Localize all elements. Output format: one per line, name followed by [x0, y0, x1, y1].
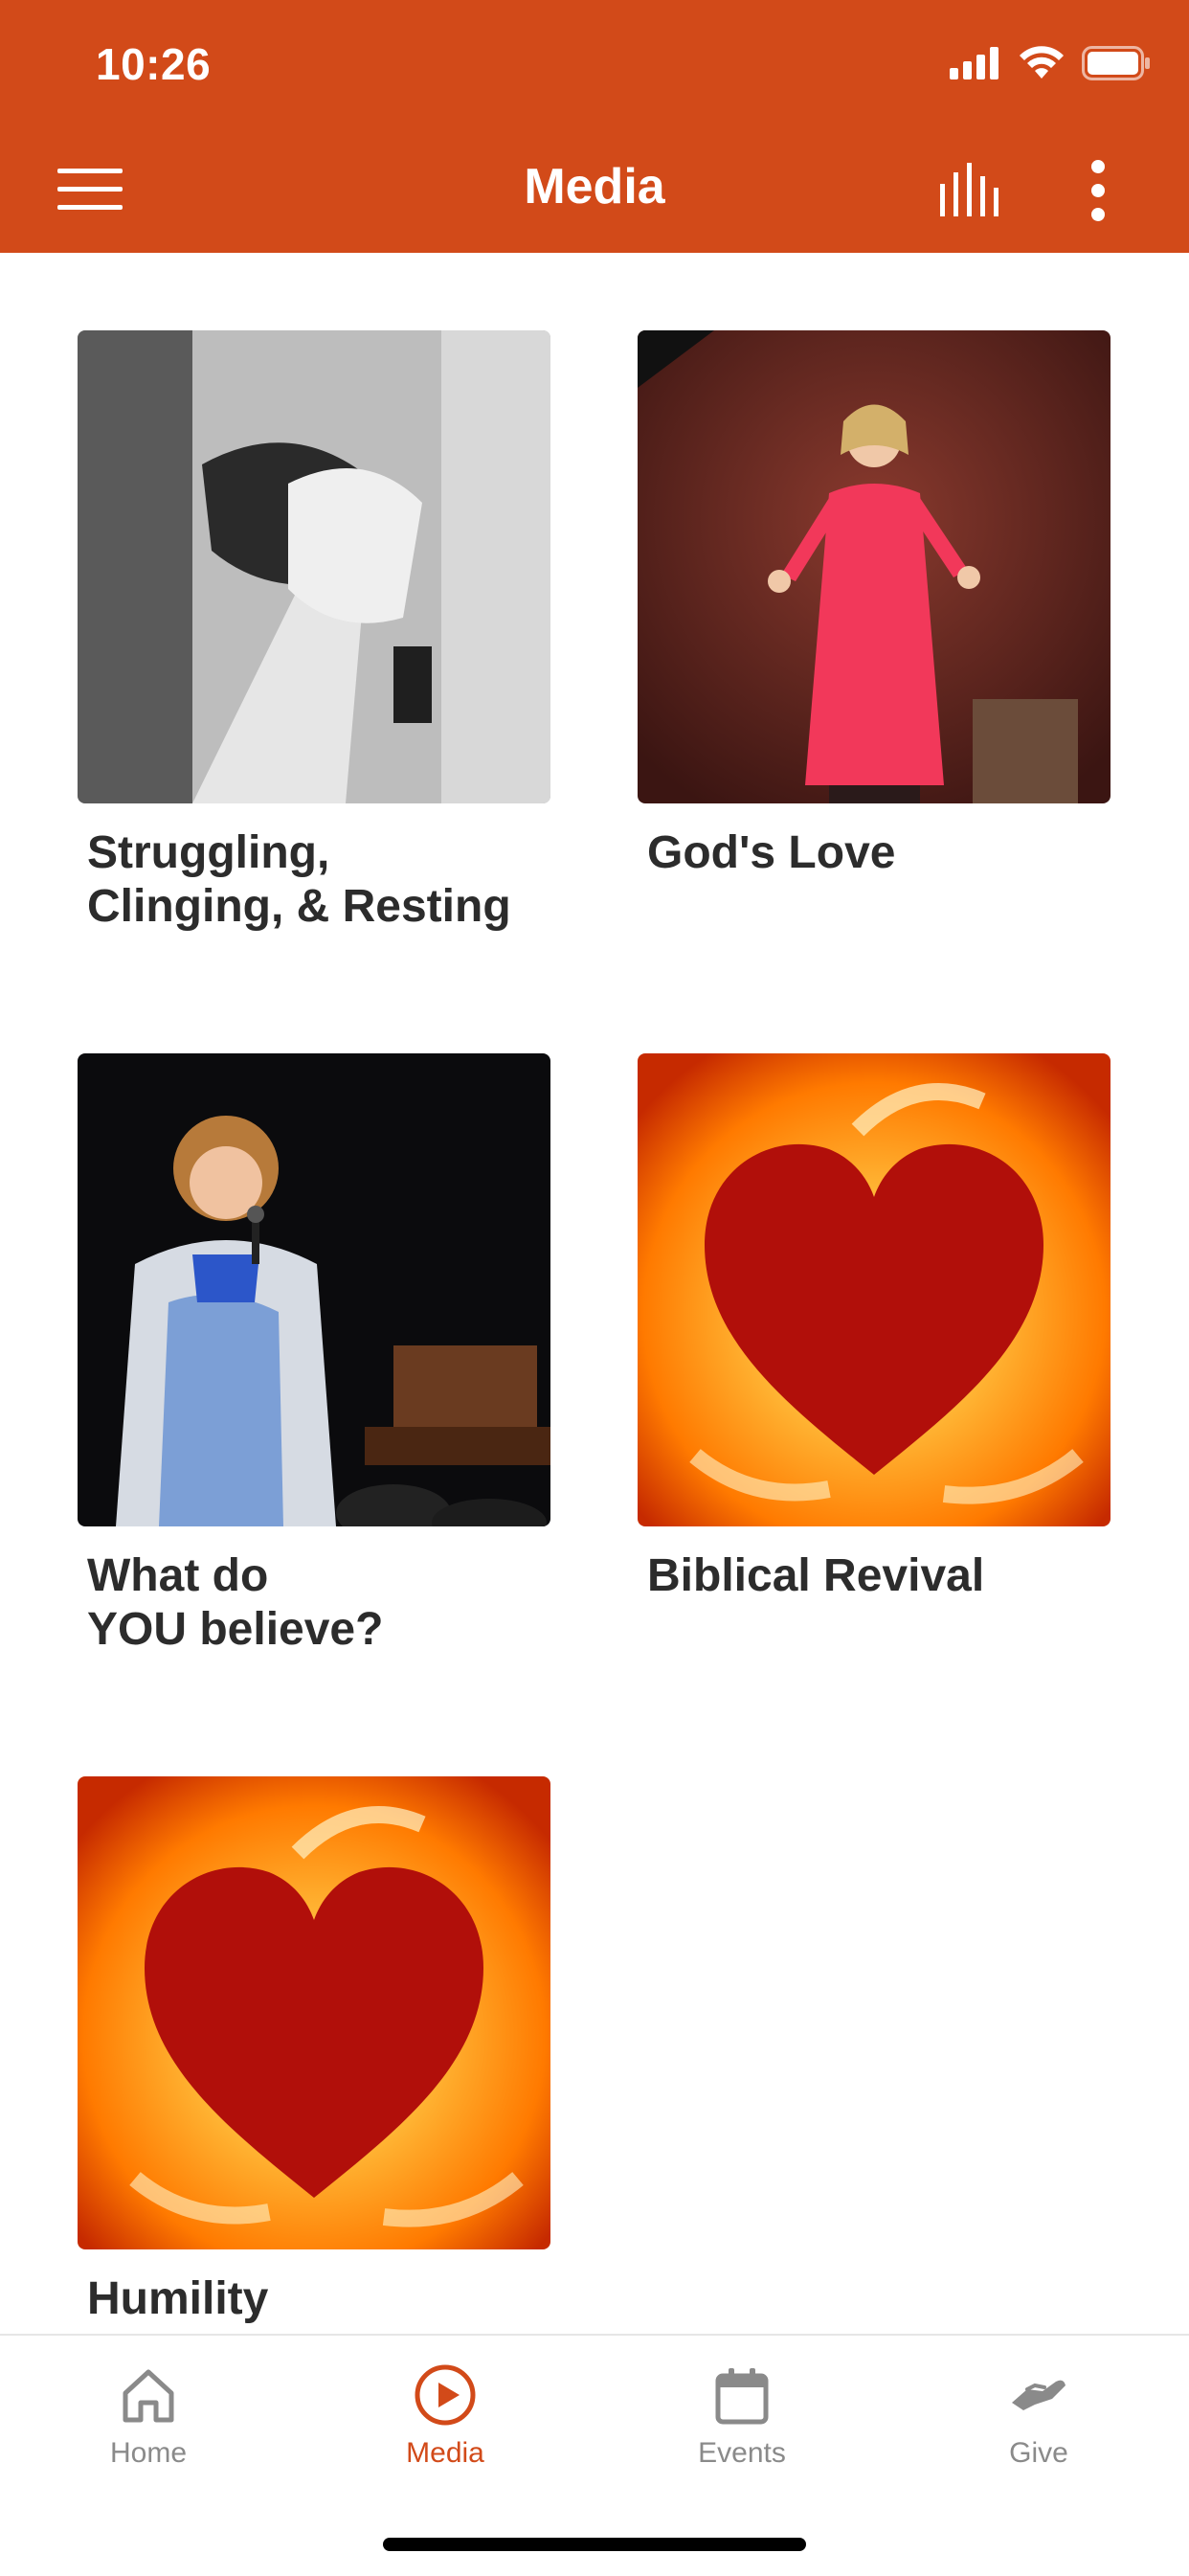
nav-media[interactable]: Media	[297, 2336, 594, 2527]
home-icon	[123, 2369, 174, 2423]
nav-label: Events	[698, 2437, 786, 2469]
media-card[interactable]: Humility	[78, 1776, 550, 2326]
media-title: Struggling, Clinging, & Resting	[87, 827, 511, 932]
more-vertical-icon	[1091, 160, 1105, 221]
nav-label: Home	[109, 2437, 188, 2469]
media-card[interactable]: What do YOU believe?	[78, 1053, 550, 1657]
media-thumbnail	[78, 330, 550, 803]
status-icons	[950, 46, 1151, 80]
page-title: Media	[524, 159, 665, 215]
nav-label: Give	[1009, 2437, 1068, 2469]
give-hand-icon	[1012, 2380, 1066, 2410]
media-thumbnail	[638, 1053, 1110, 1526]
nav-home[interactable]: Home	[0, 2336, 297, 2527]
signal-icon	[950, 47, 998, 79]
nav-events[interactable]: Events	[594, 2336, 890, 2527]
media-card[interactable]: Struggling, Clinging, & Resting	[78, 330, 550, 934]
media-thumbnail	[78, 1776, 550, 2249]
nav-label: Media	[406, 2437, 484, 2469]
media-title: Biblical Revival	[647, 1550, 985, 1601]
media-title: Humility	[87, 2273, 269, 2324]
wifi-icon	[1020, 46, 1064, 79]
battery-icon	[1082, 46, 1150, 80]
media-card[interactable]: Biblical Revival	[638, 1053, 1110, 1603]
media-title: What do YOU believe?	[87, 1550, 384, 1655]
more-options-button[interactable]	[1082, 159, 1114, 222]
calendar-icon	[715, 2368, 769, 2425]
audio-bars-icon	[940, 163, 998, 216]
home-indicator	[383, 2538, 806, 2551]
media-thumbnail	[638, 330, 1110, 803]
audio-player-button[interactable]	[938, 163, 1005, 218]
play-circle-icon	[415, 2364, 476, 2426]
app-header: 10:26 Media	[0, 0, 1189, 253]
status-time: 10:26	[96, 39, 212, 89]
nav-give[interactable]: Give	[890, 2336, 1187, 2527]
media-title: God's Love	[647, 827, 896, 878]
media-thumbnail	[78, 1053, 550, 1526]
media-card[interactable]: God's Love	[638, 330, 1110, 880]
